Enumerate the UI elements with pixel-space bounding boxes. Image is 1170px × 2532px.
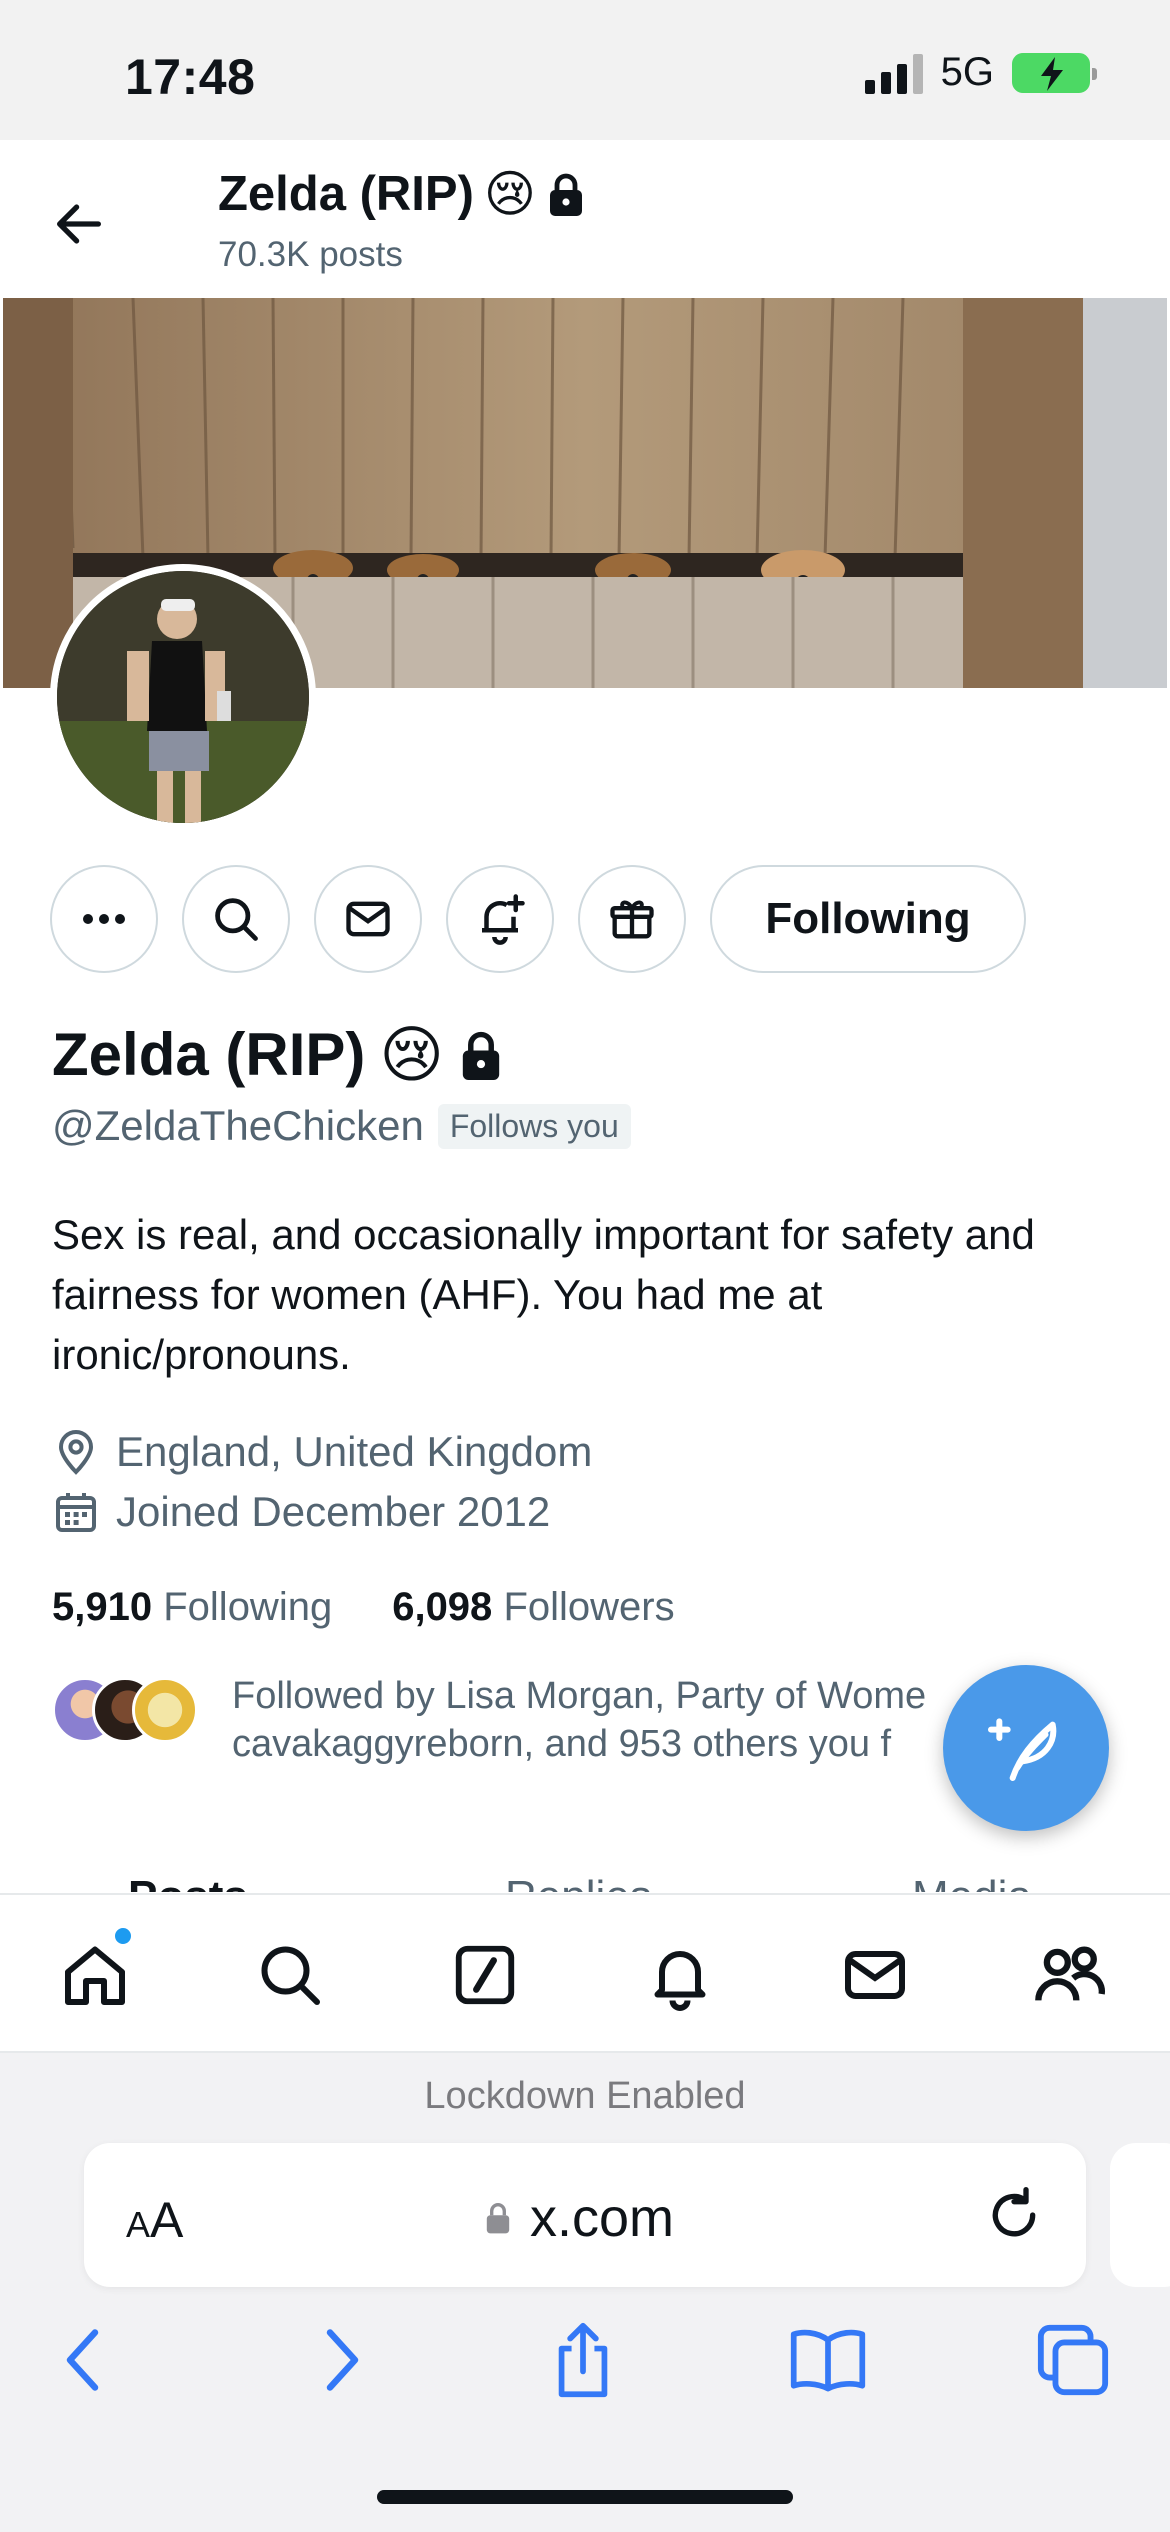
search-icon: [215, 898, 258, 941]
avatar-image: [57, 571, 309, 823]
arrow-left-icon: [57, 204, 101, 244]
profile-name: Zelda (RIP) 😢: [52, 1018, 504, 1091]
search-icon: [261, 1946, 320, 2005]
bio: Sex is real, and occasionally important …: [52, 1211, 1035, 1378]
tab-posts[interactable]: Posts: [128, 1872, 248, 1892]
followed-by[interactable]: Followed by Lisa Morgan, Party of Wome c…: [52, 1672, 1052, 1765]
calendar-icon: [56, 1493, 96, 1532]
joined-text: Joined December 2012: [116, 1488, 551, 1535]
tab-media[interactable]: Media: [912, 1872, 1032, 1892]
nav-grok[interactable]: [445, 1935, 525, 2015]
nav-messages[interactable]: [835, 1935, 915, 2015]
compose-button[interactable]: [943, 1665, 1109, 1831]
profile-header: Zelda (RIP) 😢 70.3K posts: [0, 140, 1170, 298]
location-icon: [58, 1430, 94, 1475]
follower-avatar: [132, 1677, 198, 1743]
display-name: Zelda (RIP): [52, 1021, 366, 1088]
reader-button[interactable]: AA: [126, 2191, 183, 2249]
battery-icon: [1012, 52, 1097, 93]
signal-icon: [864, 52, 923, 94]
follows-you-badge: Follows you: [437, 1103, 631, 1149]
feather-plus-icon: [988, 1718, 1057, 1781]
forward-nav-button[interactable]: [295, 2315, 385, 2405]
back-nav-button[interactable]: [40, 2315, 130, 2405]
message-icon: [346, 901, 390, 937]
following-button[interactable]: Following: [710, 865, 1026, 973]
chevron-right-icon: [326, 2329, 359, 2391]
share-icon: [558, 2322, 608, 2398]
bookmarks-button[interactable]: [783, 2315, 873, 2405]
share-button[interactable]: [538, 2315, 628, 2405]
status-bar: 17:48 5G: [0, 0, 1170, 140]
notify-button[interactable]: [446, 865, 554, 973]
profile-tabs: Posts Replies Media: [0, 1862, 1170, 1892]
following-stat[interactable]: 5,910 Following: [52, 1585, 332, 1630]
message-button[interactable]: [314, 865, 422, 973]
tab-replies[interactable]: Replies: [505, 1872, 652, 1892]
home-notification-dot: [112, 1925, 134, 1947]
crying-emoji: 😢: [483, 166, 537, 222]
nav-communities[interactable]: [1030, 1935, 1110, 2015]
nav-notifications[interactable]: [640, 1935, 720, 2015]
book-icon: [790, 2329, 866, 2392]
bottom-nav: [0, 1893, 1170, 2053]
handle: @ZeldaTheChicken: [52, 1102, 424, 1149]
more-button[interactable]: [50, 865, 158, 973]
lockdown-label: Lockdown Enabled: [424, 2075, 746, 2117]
search-profile-button[interactable]: [182, 865, 290, 973]
follow-stats: 5,910 Following 6,098 Followers: [52, 1585, 675, 1630]
browser-chrome: Lockdown Enabled AA x.com: [0, 2053, 1170, 2532]
status-indicators: 5G: [864, 50, 1097, 95]
mail-icon: [845, 1951, 905, 1999]
network-type: 5G: [940, 50, 994, 94]
gift-icon: [610, 900, 654, 939]
post-count: 70.3K posts: [218, 235, 403, 274]
back-button[interactable]: [50, 195, 108, 253]
gift-button[interactable]: [578, 865, 686, 973]
home-indicator[interactable]: [377, 2490, 793, 2504]
url-display[interactable]: x.com: [484, 2187, 674, 2249]
notification-add-icon: [482, 894, 525, 945]
lock-icon: [486, 2203, 510, 2234]
reload-icon: [992, 2187, 1036, 2237]
nav-home[interactable]: [55, 1935, 135, 2015]
header-name: Zelda (RIP): [218, 167, 474, 221]
followers-stat[interactable]: 6,098 Followers: [392, 1585, 674, 1630]
crying-emoji: 😢: [379, 1021, 444, 1090]
status-time: 17:48: [125, 49, 256, 105]
followed-by-text: Followed by Lisa Morgan, Party of Wome c…: [232, 1675, 927, 1765]
address-bar[interactable]: AA x.com: [84, 2143, 1086, 2287]
header-title: Zelda (RIP) 😢: [218, 165, 586, 223]
more-icon: [83, 914, 125, 924]
grok-icon: [455, 1945, 515, 2005]
location-row: England, United Kingdom: [52, 1428, 592, 1476]
lock-icon: [550, 173, 583, 216]
bell-icon: [654, 1951, 706, 2011]
nav-search[interactable]: [250, 1935, 330, 2015]
screen: 17:48 5G Zelda (RIP) 😢 70.3K posts Follo…: [0, 0, 1170, 2532]
reload-button[interactable]: [982, 2183, 1046, 2247]
communities-icon: [1035, 1946, 1106, 2001]
location-text: England, United Kingdom: [116, 1428, 593, 1475]
joined-row: Joined December 2012: [52, 1488, 550, 1536]
handle-row: @ZeldaTheChicken Follows you: [52, 1102, 631, 1150]
tabs-icon: [1037, 2324, 1109, 2396]
avatar[interactable]: [50, 564, 316, 830]
chevron-left-icon: [66, 2329, 99, 2391]
next-tab-peek[interactable]: [1110, 2143, 1170, 2287]
tabs-button[interactable]: [1028, 2315, 1118, 2405]
browser-toolbar: [0, 2315, 1170, 2415]
home-icon: [65, 1946, 125, 2005]
lock-icon: [462, 1031, 500, 1080]
